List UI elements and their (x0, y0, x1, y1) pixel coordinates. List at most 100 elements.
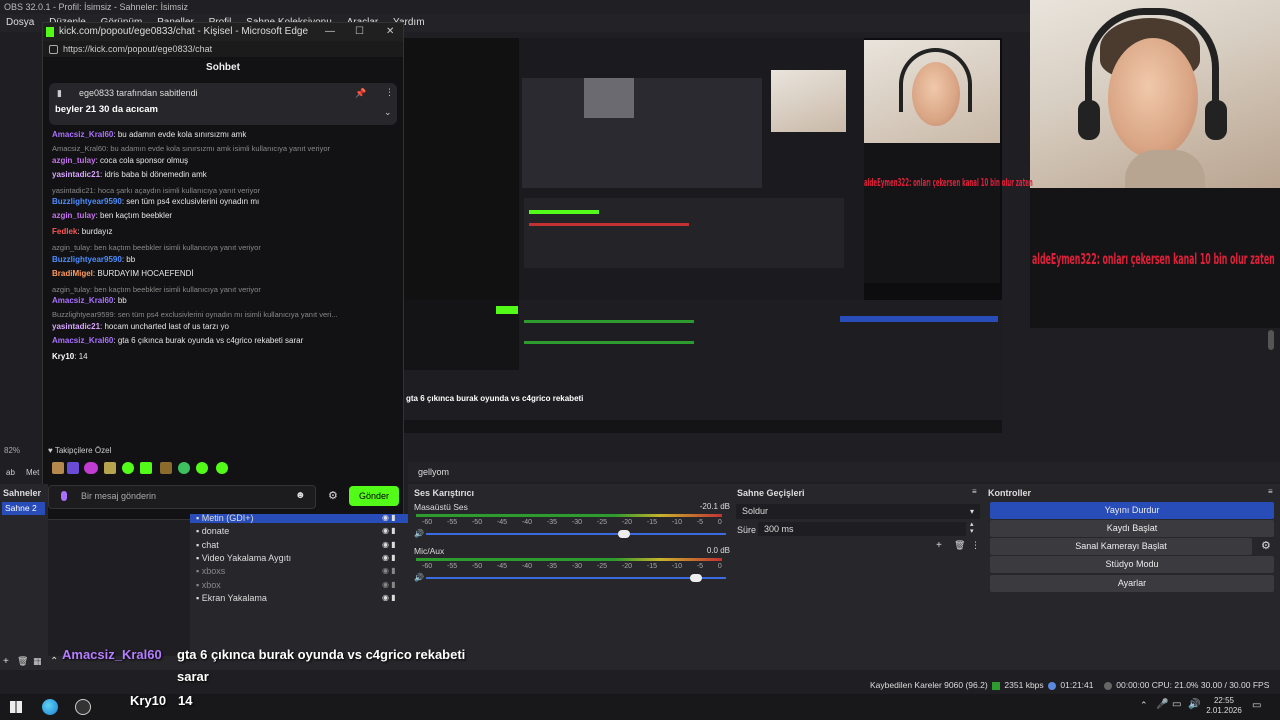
chat-reply-line[interactable]: Amacsiz_Kral60: bu adamın evde kola sını… (43, 143, 404, 155)
notification-icon[interactable]: ▭ (1252, 700, 1261, 711)
filter-icon[interactable]: ▦ (33, 656, 42, 667)
emote-icon[interactable] (122, 462, 134, 474)
settings-button[interactable]: Ayarlar (990, 575, 1274, 592)
visibility-lock-icon[interactable]: ◉ ▮ (382, 553, 396, 562)
chat-username[interactable]: Amacsiz_Kral60 (52, 336, 113, 345)
send-button[interactable]: Gönder (349, 486, 399, 506)
gear-icon[interactable]: ⚙ (328, 489, 338, 502)
network-icon[interactable]: ▭ (1172, 699, 1181, 710)
chat-message[interactable]: Buzzlightyear9590: bb (43, 254, 404, 266)
gear-icon[interactable]: ⚙ (1261, 539, 1271, 552)
chevron-up-icon[interactable]: ⌃ (1140, 700, 1148, 711)
menu-dosya[interactable]: Dosya (6, 17, 34, 28)
emote-icon[interactable] (84, 462, 98, 474)
add-transition-icon[interactable]: + (936, 540, 942, 551)
emote-icon[interactable] (52, 462, 64, 474)
source-item[interactable]: ▪ xbox ◉ ▮ (196, 580, 404, 590)
chat-username[interactable]: Buzzlightyear9590 (52, 197, 122, 206)
mic-tray-icon[interactable]: 🎤 (1156, 699, 1168, 710)
speaker-icon[interactable]: 🔊 (414, 573, 424, 582)
chat-message[interactable]: azgin_tulay: coca cola sponsor olmuş (43, 155, 404, 167)
emote-icon[interactable] (140, 462, 152, 474)
chat-message[interactable]: Kry10: 14 (43, 351, 404, 363)
studio-mode-button[interactable]: Stüdyo Modu (990, 556, 1274, 573)
stop-stream-button[interactable]: Yayını Durdur (990, 502, 1274, 519)
visibility-lock-icon[interactable]: ◉ ▮ (382, 513, 396, 522)
tab-met[interactable]: Met (26, 468, 39, 477)
edge-taskbar-icon[interactable] (42, 699, 58, 715)
speaker-icon[interactable]: 🔊 (414, 529, 424, 538)
emote-icon[interactable] (196, 462, 208, 474)
volume-slider-knob[interactable] (618, 530, 630, 538)
dock-menu-icon[interactable]: ≡ (972, 487, 977, 496)
source-item[interactable]: ▪ donate ◉ ▮ (196, 526, 404, 536)
chat-username[interactable]: Amacsiz_Kral60 (52, 296, 113, 305)
chat-message[interactable]: Amacsiz_Kral60: gta 6 çıkınca burak oyun… (43, 335, 404, 347)
minimize-icon[interactable]: — (325, 23, 335, 41)
chat-reply-line[interactable]: yasintadic21: hoca şarkı açaydın isimli … (43, 185, 404, 197)
chat-username[interactable]: yasintadic21 (52, 170, 100, 179)
source-item[interactable]: ▪ chat ◉ ▮ (196, 540, 404, 550)
chat-message[interactable]: yasintadic21: hocam uncharted last of us… (43, 321, 404, 333)
emote-icon[interactable] (160, 462, 172, 474)
stepper-icon[interactable]: ▴ ▾ (970, 521, 974, 535)
emoji-icon[interactable]: ☻ (295, 490, 306, 501)
chat-message[interactable]: azgin_tulay: ben kaçtım beebkler (43, 210, 404, 222)
scene-item[interactable]: Sahne 2 (2, 502, 45, 515)
visibility-lock-icon[interactable]: ◉ ▮ (382, 526, 396, 535)
emote-icon[interactable] (104, 462, 116, 474)
chat-username[interactable]: Fedlek (52, 227, 77, 236)
chat-reply-line[interactable]: Buzzlightyear9599: sen tüm ps4 exclusivl… (43, 309, 404, 321)
clock[interactable]: 22:55 2.01.2026 (1206, 696, 1242, 716)
add-icon[interactable]: + (3, 656, 9, 667)
obs-taskbar-icon[interactable] (75, 699, 91, 715)
start-recording-button[interactable]: Kaydı Başlat (990, 520, 1274, 537)
edge-address-bar[interactable]: https://kick.com/popout/ege0833/chat (43, 41, 403, 57)
volume-slider[interactable] (426, 530, 726, 538)
pin-action-icon[interactable]: 📌 (355, 88, 366, 99)
chat-username[interactable]: Kry10 (52, 352, 74, 361)
chevron-up-icon[interactable]: ⌃ (50, 656, 58, 667)
transition-select[interactable]: Soldur ▾ (736, 504, 980, 519)
volume-slider-knob[interactable] (690, 574, 702, 582)
source-item[interactable]: ▪ Metin (GDI+) ◉ ▮ (196, 513, 404, 523)
tab-ab[interactable]: ab (6, 468, 15, 477)
chat-username[interactable]: azgin_tulay (52, 156, 96, 165)
visibility-lock-icon[interactable]: ◉ ▮ (382, 566, 396, 575)
chat-message[interactable]: Buzzlightyear9590: sen tüm ps4 exclusivl… (43, 196, 404, 208)
start-virtual-camera-button[interactable]: Sanal Kamerayı Başlat (990, 538, 1252, 555)
chat-message[interactable]: Fedlek: burdayız (43, 226, 404, 238)
maximize-icon[interactable]: ☐ (355, 23, 364, 41)
chat-reply-line[interactable]: azgin_tulay: ben kaçtım beebkler isimli … (43, 242, 404, 254)
more-icon[interactable]: ⋮ (971, 540, 980, 551)
chevron-down-icon[interactable]: ⌄ (384, 107, 392, 118)
chat-message[interactable]: Amacsiz_Kral60: bb (43, 295, 404, 307)
trash-icon[interactable]: 🗑 (17, 656, 28, 667)
emote-icon[interactable] (178, 462, 190, 474)
chat-username[interactable]: yasintadic21 (52, 322, 100, 331)
chat-username[interactable]: azgin_tulay (52, 211, 96, 220)
volume-slider[interactable] (426, 574, 726, 582)
chat-message[interactable]: BradiMigel: BURDAYIM HOCAEFENDİ (43, 268, 404, 280)
chat-message[interactable]: Amacsiz_Kral60: bu adamın evde kola sını… (43, 129, 404, 141)
windows-start-icon[interactable] (10, 701, 22, 713)
close-icon[interactable]: ✕ (386, 23, 394, 41)
more-icon[interactable]: ⋮ (385, 87, 394, 98)
chat-input[interactable]: Bir mesaj gönderin ☻ (48, 485, 316, 509)
visibility-lock-icon[interactable]: ◉ ▮ (382, 540, 396, 549)
chat-username[interactable]: Amacsiz_Kral60 (52, 130, 113, 139)
chat-reply-line[interactable]: azgin_tulay: ben kaçtım beebkler isimli … (43, 284, 404, 296)
pinned-message[interactable]: ▮ ege0833 tarafından sabitlendi 📌 ⋮ beyl… (49, 83, 397, 125)
visibility-lock-icon[interactable]: ◉ ▮ (382, 593, 396, 602)
mic-icon[interactable] (61, 491, 67, 501)
visibility-lock-icon[interactable]: ◉ ▮ (382, 580, 396, 589)
scrollbar[interactable] (1268, 330, 1274, 350)
chat-username[interactable]: Buzzlightyear9590 (52, 255, 122, 264)
duration-input[interactable]: 300 ms (758, 522, 966, 536)
emote-icon[interactable] (216, 462, 228, 474)
source-item[interactable]: ▪ Video Yakalama Aygıtı ◉ ▮ (196, 553, 404, 563)
chat-username[interactable]: BradiMigel (52, 269, 93, 278)
dock-menu-icon[interactable]: ≡ (1268, 487, 1273, 496)
source-item[interactable]: ▪ Ekran Yakalama ◉ ▮ (196, 593, 404, 603)
emote-icon[interactable] (67, 462, 79, 474)
